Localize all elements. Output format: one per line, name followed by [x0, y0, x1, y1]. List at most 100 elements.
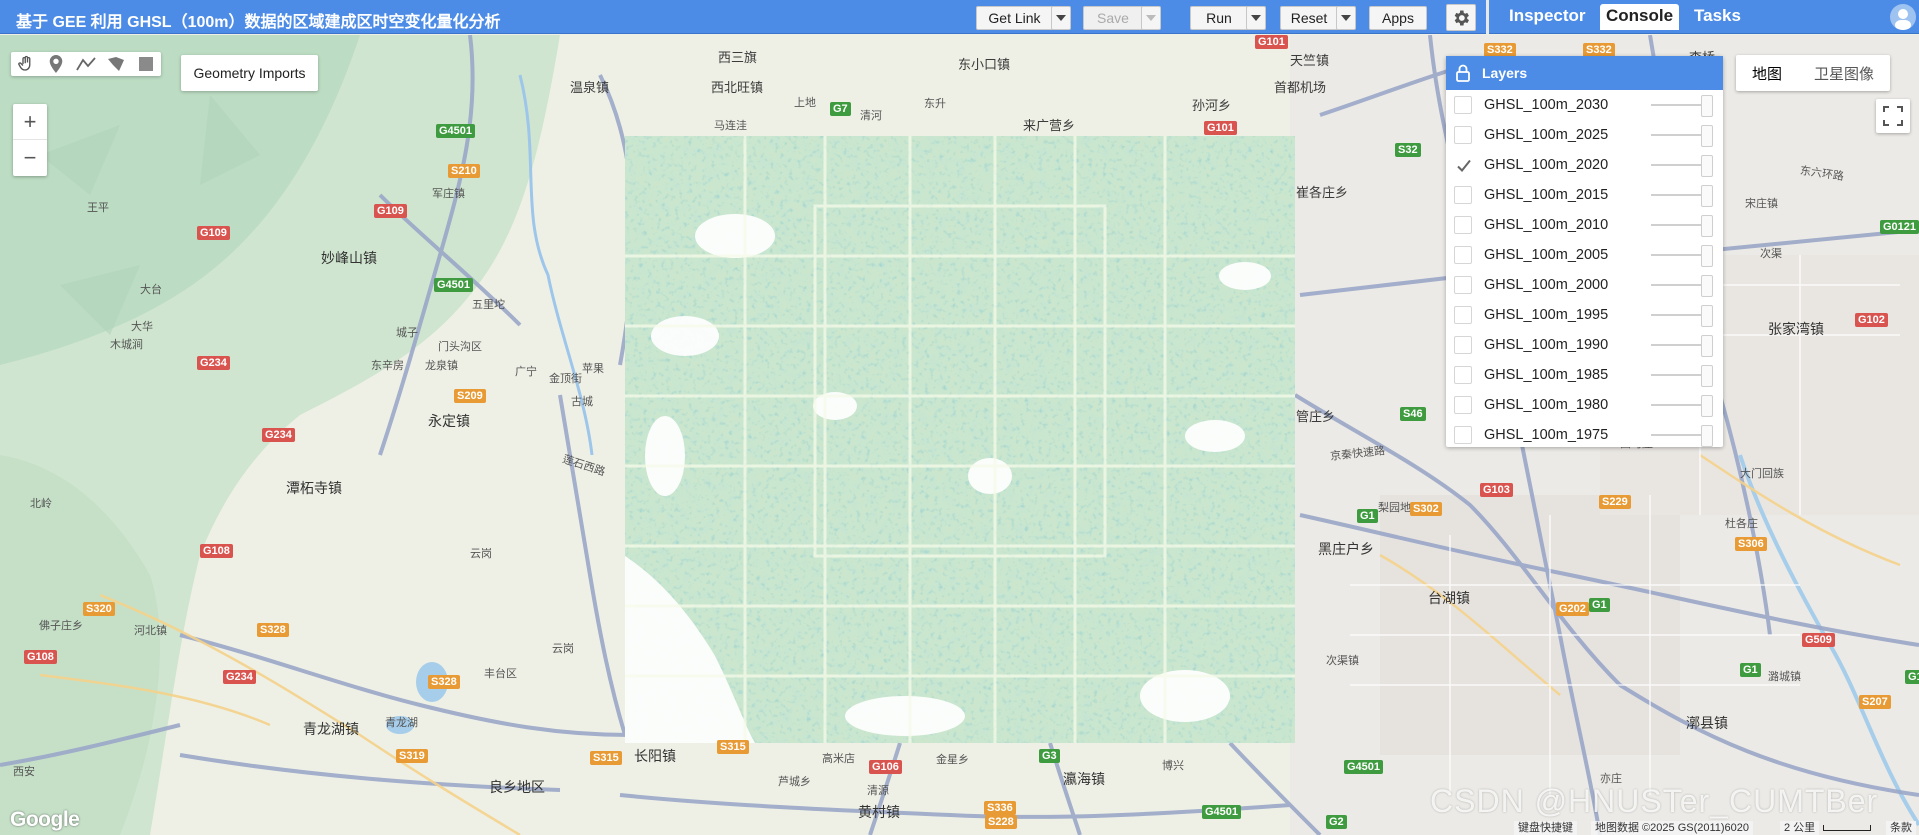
- get-link-button[interactable]: Get Link: [976, 6, 1053, 30]
- place-label: 上地: [794, 96, 816, 109]
- scale-label[interactable]: 2 公里: [1780, 821, 1820, 835]
- road-shield: G234: [262, 428, 295, 442]
- layer-row[interactable]: GHSL_100m_1990: [1446, 330, 1723, 360]
- layer-name: GHSL_100m_1990: [1484, 337, 1609, 353]
- save-dropdown[interactable]: [1141, 6, 1161, 30]
- layer-opacity-slider[interactable]: [1651, 434, 1703, 436]
- layer-opacity-slider[interactable]: [1651, 104, 1703, 106]
- layer-visibility-checkbox[interactable]: [1454, 306, 1472, 324]
- terms-link[interactable]: 条款: [1886, 821, 1916, 835]
- layer-opacity-handle[interactable]: [1701, 185, 1713, 207]
- layer-row[interactable]: GHSL_100m_2000: [1446, 270, 1723, 300]
- layer-visibility-checkbox[interactable]: [1454, 126, 1472, 144]
- layer-opacity-handle[interactable]: [1701, 335, 1713, 357]
- map-type-control: 地图 卫星图像: [1736, 55, 1891, 91]
- keyboard-shortcuts-link[interactable]: 键盘快捷键: [1514, 821, 1577, 835]
- pan-tool-button[interactable]: [11, 52, 41, 76]
- geometry-imports-button[interactable]: Geometry Imports: [181, 55, 318, 91]
- layer-opacity-handle[interactable]: [1701, 215, 1713, 237]
- layer-visibility-checkbox[interactable]: [1454, 426, 1472, 444]
- layer-opacity-handle[interactable]: [1701, 95, 1713, 117]
- apps-button[interactable]: Apps: [1369, 6, 1427, 30]
- settings-button[interactable]: [1446, 4, 1476, 31]
- gear-icon: [1454, 10, 1469, 25]
- layer-row[interactable]: GHSL_100m_2020: [1446, 150, 1723, 180]
- reset-dropdown[interactable]: [1336, 6, 1356, 30]
- layer-opacity-handle[interactable]: [1701, 365, 1713, 387]
- layer-opacity-slider[interactable]: [1651, 254, 1703, 256]
- layer-opacity-slider[interactable]: [1651, 224, 1703, 226]
- tab-console[interactable]: Console: [1600, 4, 1680, 30]
- layer-visibility-checkbox[interactable]: [1454, 156, 1472, 174]
- run-button[interactable]: Run: [1190, 6, 1248, 30]
- tab-tasks[interactable]: Tasks: [1688, 4, 1747, 30]
- layer-visibility-checkbox[interactable]: [1454, 96, 1472, 114]
- layer-opacity-slider[interactable]: [1651, 194, 1703, 196]
- avatar[interactable]: [1890, 4, 1916, 30]
- place-label: 妙峰山镇: [321, 251, 377, 267]
- layer-visibility-checkbox[interactable]: [1454, 276, 1472, 294]
- layer-row[interactable]: GHSL_100m_1980: [1446, 390, 1723, 420]
- layer-opacity-slider[interactable]: [1651, 344, 1703, 346]
- road-shield: S207: [1859, 695, 1891, 709]
- layer-opacity-slider[interactable]: [1651, 134, 1703, 136]
- layer-opacity-handle[interactable]: [1701, 425, 1713, 447]
- road-shield: G1: [1589, 598, 1610, 612]
- map-type-satellite[interactable]: 卫星图像: [1798, 55, 1890, 91]
- layer-opacity-handle[interactable]: [1701, 305, 1713, 327]
- layer-row[interactable]: GHSL_100m_2010: [1446, 210, 1723, 240]
- polygon-tool-button[interactable]: [101, 52, 131, 76]
- save-button[interactable]: Save: [1083, 6, 1143, 30]
- layers-title: Layers: [1482, 65, 1528, 81]
- layer-opacity-slider[interactable]: [1651, 404, 1703, 406]
- get-link-dropdown[interactable]: [1051, 6, 1071, 30]
- road-shield: S315: [717, 740, 749, 754]
- place-label: 苹果: [582, 362, 604, 375]
- zoom-in-button[interactable]: +: [13, 104, 47, 140]
- layer-visibility-checkbox[interactable]: [1454, 336, 1472, 354]
- scale-bar: [1823, 825, 1871, 831]
- layer-name: GHSL_100m_1980: [1484, 397, 1609, 413]
- layer-opacity-slider[interactable]: [1651, 374, 1703, 376]
- place-label: 潭柘寺镇: [286, 481, 342, 497]
- place-label: 金星乡: [936, 753, 969, 766]
- layer-visibility-checkbox[interactable]: [1454, 366, 1472, 384]
- layer-opacity-slider[interactable]: [1651, 164, 1703, 166]
- layer-opacity-handle[interactable]: [1701, 245, 1713, 267]
- map-canvas[interactable]: 西三旗 东小口镇 天竺镇 李桥 温泉镇 西北旺镇 首都机场 孙河乡 马连洼 上地…: [0, 35, 1919, 835]
- layer-row[interactable]: GHSL_100m_2025: [1446, 120, 1723, 150]
- map-type-roadmap[interactable]: 地图: [1736, 55, 1798, 91]
- watermark: CSDN @HNUSTer_CUMTBer: [1430, 783, 1879, 819]
- layer-row[interactable]: GHSL_100m_1975: [1446, 420, 1723, 450]
- layer-opacity-handle[interactable]: [1701, 155, 1713, 177]
- layer-visibility-checkbox[interactable]: [1454, 186, 1472, 204]
- layer-opacity-handle[interactable]: [1701, 275, 1713, 297]
- place-label: 北岭: [30, 497, 52, 510]
- layer-opacity-slider[interactable]: [1651, 314, 1703, 316]
- lock-icon[interactable]: [1456, 64, 1470, 82]
- reset-button[interactable]: Reset: [1280, 6, 1338, 30]
- layer-opacity-handle[interactable]: [1701, 125, 1713, 147]
- layer-row[interactable]: GHSL_100m_2005: [1446, 240, 1723, 270]
- line-tool-button[interactable]: [71, 52, 101, 76]
- zoom-out-button[interactable]: −: [13, 140, 47, 176]
- panel-divider[interactable]: [1486, 0, 1489, 34]
- layer-row[interactable]: GHSL_100m_1995: [1446, 300, 1723, 330]
- fullscreen-button[interactable]: [1876, 99, 1910, 133]
- run-dropdown[interactable]: [1246, 6, 1266, 30]
- layer-row[interactable]: GHSL_100m_2030: [1446, 90, 1723, 120]
- place-label: 青龙湖镇: [303, 722, 359, 738]
- layer-visibility-checkbox[interactable]: [1454, 246, 1472, 264]
- rectangle-tool-button[interactable]: [131, 52, 161, 76]
- layer-row[interactable]: GHSL_100m_1985: [1446, 360, 1723, 390]
- layers-header[interactable]: Layers: [1446, 56, 1723, 90]
- layer-opacity-slider[interactable]: [1651, 284, 1703, 286]
- layer-opacity-handle[interactable]: [1701, 395, 1713, 417]
- layer-row[interactable]: GHSL_100m_2015: [1446, 180, 1723, 210]
- layer-visibility-checkbox[interactable]: [1454, 396, 1472, 414]
- layer-name: GHSL_100m_2030: [1484, 97, 1609, 113]
- marker-tool-button[interactable]: [41, 52, 71, 76]
- tab-inspector[interactable]: Inspector: [1503, 4, 1592, 30]
- place-label: 金顶街: [549, 372, 582, 385]
- layer-visibility-checkbox[interactable]: [1454, 216, 1472, 234]
